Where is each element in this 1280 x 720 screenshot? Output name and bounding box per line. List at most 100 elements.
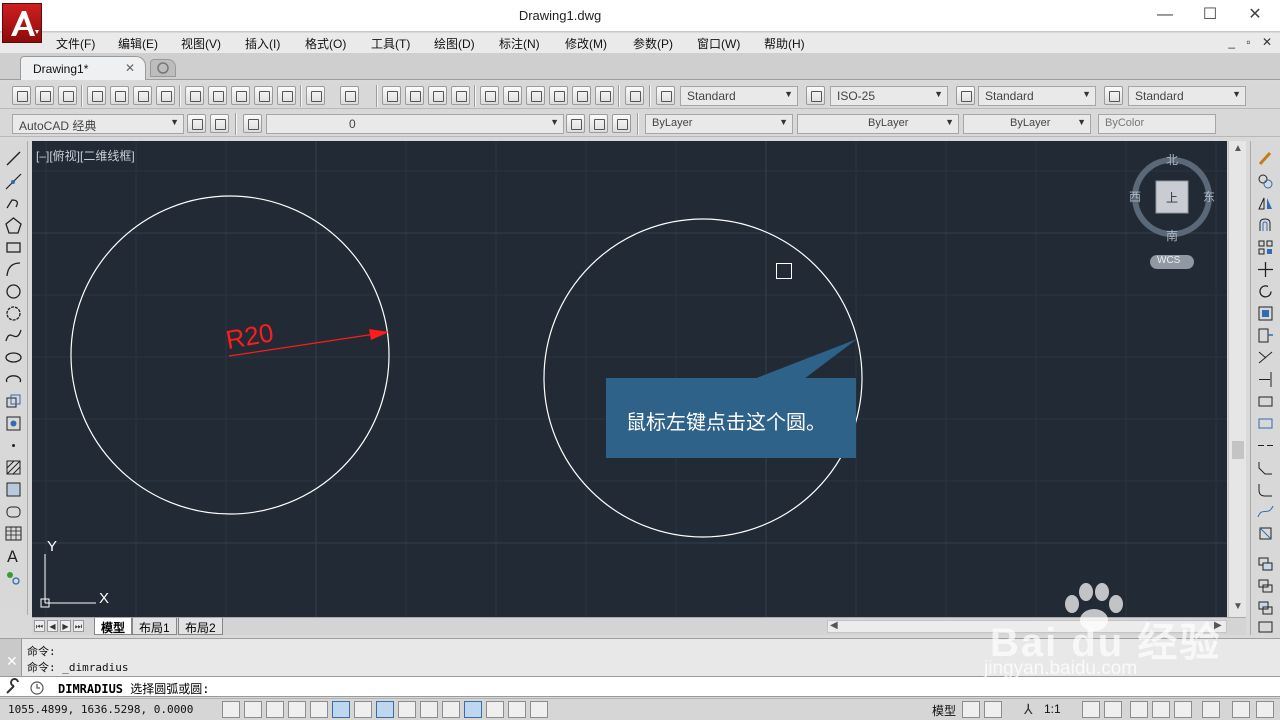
isolate-objects-icon[interactable]: [1202, 701, 1220, 718]
object-snap-icon[interactable]: [332, 701, 350, 718]
polygon-icon[interactable]: [4, 216, 23, 235]
grid-display-icon[interactable]: [266, 701, 284, 718]
send-to-back-icon[interactable]: [1256, 599, 1275, 618]
scroll-left-icon[interactable]: ◀: [830, 620, 838, 631]
menu-format[interactable]: 格式(O): [305, 35, 346, 52]
help-icon[interactable]: [625, 86, 644, 105]
transparency-icon[interactable]: [464, 701, 482, 718]
tab-drawing1[interactable]: Drawing1* ✕: [20, 56, 146, 80]
menu-modify[interactable]: 修改(M): [565, 35, 607, 52]
dimension-style-icon[interactable]: [806, 86, 825, 105]
viewcube-east[interactable]: 东: [1203, 188, 1215, 205]
auto-scale-icon[interactable]: [1104, 701, 1122, 718]
ortho-mode-icon[interactable]: [288, 701, 306, 718]
recent-commands-icon[interactable]: [30, 680, 46, 696]
plot-icon[interactable]: [87, 86, 106, 105]
layer-previous-icon[interactable]: [589, 114, 608, 133]
open-icon[interactable]: [35, 86, 54, 105]
last-layout-icon[interactable]: ⏭: [73, 620, 84, 632]
make-current-layer-icon[interactable]: [566, 114, 585, 133]
zoom-window-icon[interactable]: [428, 86, 447, 105]
construction-line-icon[interactable]: [4, 172, 23, 191]
block-editor-icon[interactable]: [277, 86, 296, 105]
match-properties-icon[interactable]: [254, 86, 273, 105]
sheet-set-icon[interactable]: [549, 86, 568, 105]
menu-window[interactable]: 窗口(W): [697, 35, 740, 52]
lineweight-dropdown[interactable]: ByLayer ▼: [963, 114, 1091, 134]
publish-icon[interactable]: [133, 86, 152, 105]
arc-icon[interactable]: [4, 260, 23, 279]
vertical-scroll-thumb[interactable]: [1232, 441, 1244, 459]
layer-properties-icon[interactable]: [243, 114, 262, 133]
workspace-dropdown[interactable]: AutoCAD 经典 ▼: [12, 114, 184, 134]
menu-draw[interactable]: 绘图(D): [434, 35, 475, 52]
join-icon[interactable]: [1256, 436, 1275, 455]
text-style-icon[interactable]: [656, 86, 675, 105]
explode-icon[interactable]: [1256, 524, 1275, 543]
ellipse-arc-icon[interactable]: [4, 370, 23, 389]
drawing-area[interactable]: Y X [–][俯视][二维线框] R20 鼠标左键点击这个圆。 北 南 东 西…: [32, 141, 1227, 617]
new-tab-button[interactable]: [150, 59, 176, 77]
plot-style-dropdown[interactable]: ByColor: [1098, 114, 1216, 134]
menu-dimension[interactable]: 标注(N): [499, 35, 540, 52]
wcs-menu[interactable]: WCS: [1157, 255, 1180, 266]
minimize-button[interactable]: —: [1150, 4, 1180, 26]
add-selected-icon[interactable]: [4, 568, 23, 587]
stretch-icon[interactable]: [1256, 326, 1275, 345]
status-menu-icon[interactable]: [1232, 701, 1250, 718]
dimension-style-dropdown[interactable]: ISO-25 ▼: [830, 86, 948, 106]
menu-edit[interactable]: 编辑(E): [118, 35, 158, 52]
layer-dropdown[interactable]: 0 ▼: [266, 114, 564, 134]
quick-view-layouts-icon[interactable]: [962, 701, 980, 718]
gradient-icon[interactable]: [4, 480, 23, 499]
menu-parametric[interactable]: 参数(P): [633, 35, 673, 52]
quick-properties-icon[interactable]: [486, 701, 504, 718]
tab-layout1[interactable]: 布局1: [132, 618, 177, 635]
array-icon[interactable]: [1256, 238, 1275, 257]
new-icon[interactable]: [12, 86, 31, 105]
copy-object-icon[interactable]: [1256, 172, 1275, 191]
zoom-realtime-icon[interactable]: [405, 86, 424, 105]
3d-object-snap-icon[interactable]: [354, 701, 372, 718]
extend-icon[interactable]: [1256, 370, 1275, 389]
offset-icon[interactable]: [1256, 216, 1275, 235]
command-window-grip[interactable]: ✕: [0, 639, 22, 677]
document-window-controls[interactable]: _ ▫ ✕: [1228, 35, 1276, 49]
model-space-toggle[interactable]: 模型: [932, 702, 956, 719]
first-layout-icon[interactable]: ⏮: [34, 620, 45, 632]
infer-constraints-icon[interactable]: [222, 701, 240, 718]
viewcube-west[interactable]: 西: [1129, 188, 1141, 205]
hardware-acceleration-icon[interactable]: [1174, 701, 1192, 718]
markup-icon[interactable]: [572, 86, 591, 105]
table-icon[interactable]: [4, 524, 23, 543]
redo-icon[interactable]: [340, 86, 359, 105]
hatch-icon[interactable]: [4, 458, 23, 477]
menu-view[interactable]: 视图(V): [181, 35, 221, 52]
trim-icon[interactable]: [1256, 348, 1275, 367]
customize-icon[interactable]: [210, 114, 229, 133]
coordinate-readout[interactable]: 1055.4899, 1636.5298, 0.0000: [8, 703, 193, 716]
blend-curves-icon[interactable]: [1256, 502, 1275, 521]
cut-icon[interactable]: [185, 86, 204, 105]
multiline-text-icon[interactable]: A: [4, 546, 23, 566]
bring-to-front-icon[interactable]: [1256, 577, 1275, 596]
clean-screen-icon[interactable]: [1256, 701, 1274, 718]
viewcube[interactable]: 北 南 东 西 上 WCS: [1129, 149, 1220, 274]
plot-preview-icon[interactable]: [110, 86, 129, 105]
viewcube-south[interactable]: 南: [1166, 227, 1178, 244]
next-layout-icon[interactable]: ▶: [60, 620, 71, 632]
draw-order-icon[interactable]: [1256, 555, 1275, 574]
break-at-point-icon[interactable]: [1256, 392, 1275, 411]
close-tab-icon[interactable]: ✕: [125, 61, 135, 75]
quick-view-drawings-icon[interactable]: [984, 701, 1002, 718]
vertical-scrollbar[interactable]: ▲ ▼: [1228, 141, 1246, 617]
zoom-previous-icon[interactable]: [451, 86, 470, 105]
quickcalc-icon[interactable]: [595, 86, 614, 105]
viewcube-top-face[interactable]: 上: [1166, 189, 1178, 206]
text-style-dropdown[interactable]: Standard ▼: [680, 86, 798, 106]
text-to-front-icon[interactable]: [1256, 619, 1275, 638]
tool-palettes-icon[interactable]: [526, 86, 545, 105]
design-center-icon[interactable]: [503, 86, 522, 105]
pan-icon[interactable]: [382, 86, 401, 105]
tab-model[interactable]: 模型: [94, 618, 133, 635]
